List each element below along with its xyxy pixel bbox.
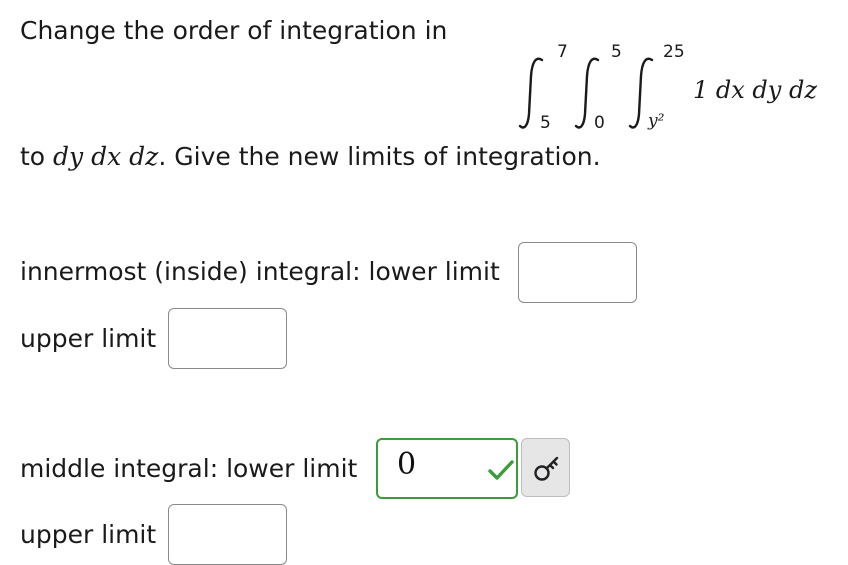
middle-lower-label: middle integral: lower limit — [20, 454, 358, 483]
outer-lower-limit: 5 — [540, 113, 551, 133]
instruction-prefix: to — [20, 142, 54, 171]
instruction-suffix: . Give the new limits of integration. — [158, 142, 601, 171]
middle-upper-input[interactable] — [168, 504, 287, 565]
innermost-upper-input[interactable] — [168, 308, 287, 369]
checkmark-icon — [488, 460, 514, 480]
outer-upper-limit: 7 — [557, 42, 568, 62]
middle-upper-label: upper limit — [20, 520, 157, 549]
key-icon — [534, 456, 559, 481]
instruction: to dy dx dz. Give the new limits of inte… — [20, 144, 601, 169]
innermost-lower-label: innermost (inside) integral: lower limit — [20, 257, 500, 286]
inner-upper-limit: 25 — [663, 42, 685, 62]
innermost-upper-label: upper limit — [20, 324, 157, 353]
show-answer-key-button[interactable] — [521, 438, 570, 497]
middle-lower-value: 0 — [397, 447, 417, 482]
integrand: 1 dx dy dz — [693, 76, 817, 104]
innermost-lower-input[interactable] — [518, 242, 637, 303]
inner-lower-limit: y² — [648, 111, 665, 131]
triple-integral: 7 5 5 0 25 y² 1 dx dy dz — [510, 40, 840, 140]
middle-lower-limit: 0 — [594, 113, 605, 133]
middle-upper-limit: 5 — [611, 42, 622, 62]
question-intro: Change the order of integration in — [20, 16, 448, 45]
instruction-order: dy dx dz — [53, 142, 159, 171]
middle-lower-input[interactable]: 0 — [376, 438, 518, 499]
